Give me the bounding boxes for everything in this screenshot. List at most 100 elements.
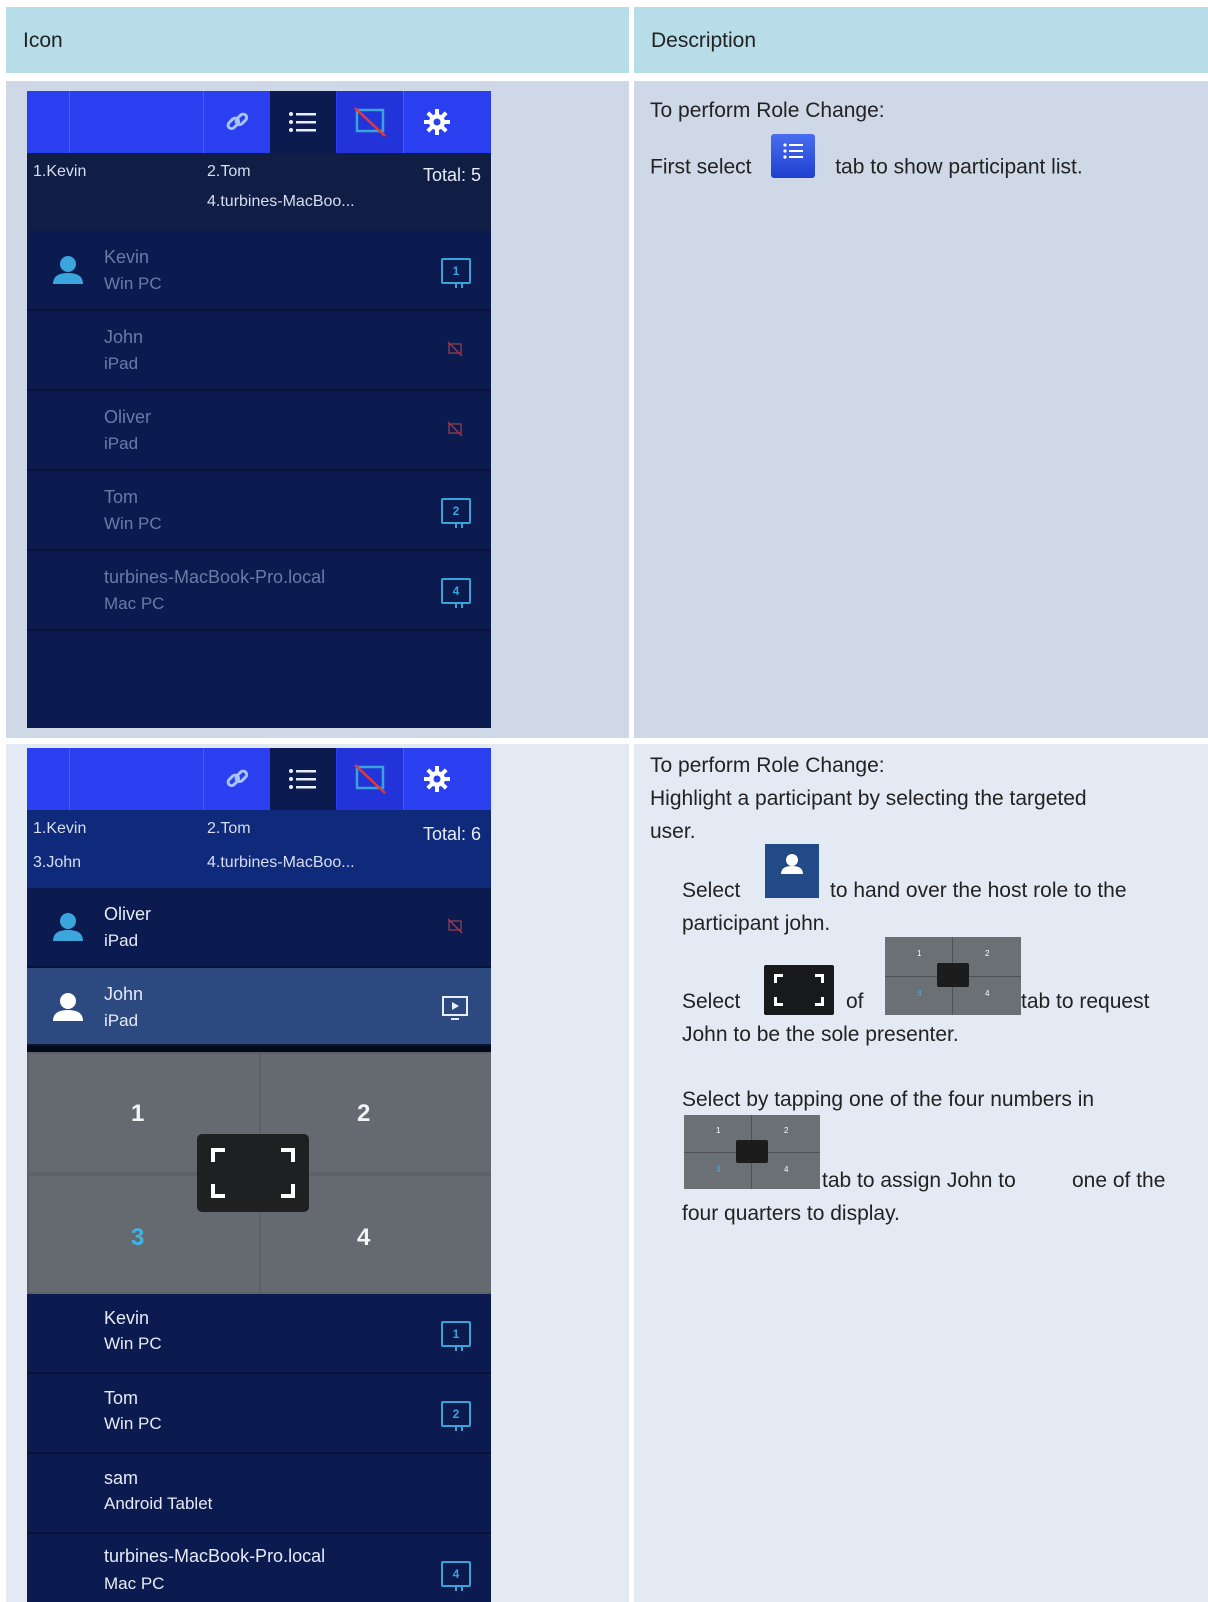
gear-icon[interactable] bbox=[404, 91, 470, 153]
total-count: Total: 6 bbox=[422, 824, 481, 844]
quadrant-3-label: 3 bbox=[131, 1224, 145, 1251]
mini-fullscreen-icon bbox=[736, 1140, 768, 1163]
participant-name: Tom bbox=[104, 487, 139, 507]
mini-quadrant-1: 1 bbox=[716, 1126, 721, 1135]
presenter-summary: 1.Kevin 2.Tom 4.turbines-MacBoo... Total… bbox=[27, 153, 491, 231]
host-avatar-icon bbox=[51, 911, 85, 948]
participant-name: Oliver bbox=[104, 407, 152, 427]
summary-slot-4: 4.turbines-MacBoo... bbox=[207, 193, 355, 210]
participant-name: Kevin bbox=[104, 1308, 150, 1328]
participant-row[interactable]: turbines-MacBook-Pro.local Mac PC 4 bbox=[27, 1534, 491, 1602]
select-sole-line2: John to be the sole presenter. bbox=[682, 1023, 959, 1046]
participant-row-selected[interactable]: John iPad bbox=[27, 968, 491, 1046]
screen-off-icon[interactable] bbox=[447, 918, 463, 939]
make-host-icon[interactable] bbox=[51, 991, 85, 1028]
fullscreen-icon[interactable] bbox=[197, 1134, 309, 1212]
participant-name: John bbox=[104, 984, 144, 1004]
mini-quadrant-4: 4 bbox=[985, 989, 990, 998]
make-host-icon bbox=[765, 844, 819, 898]
link-icon[interactable] bbox=[204, 91, 270, 153]
screen-4-icon[interactable]: 4 bbox=[441, 578, 471, 608]
summary-slot-1: 1.Kevin bbox=[33, 163, 87, 180]
participant-device: Android Tablet bbox=[104, 1494, 213, 1513]
participant-name: Tom bbox=[104, 1388, 139, 1408]
select-quadrant-rest: tab to assign John to bbox=[822, 1169, 1016, 1192]
select-sole-of: of bbox=[846, 990, 864, 1013]
screen-off-icon[interactable] bbox=[447, 421, 463, 442]
fullscreen-icon bbox=[764, 965, 834, 1015]
participant-row[interactable]: Oliver iPad bbox=[27, 888, 491, 968]
participant-device: Win PC bbox=[104, 1414, 162, 1433]
quadrant-picker: 1 2 3 4 bbox=[27, 1052, 491, 1294]
table-header-description: Description bbox=[634, 7, 1208, 73]
participant-name: John bbox=[104, 327, 144, 347]
participant-row[interactable]: Kevin Win PC 1 bbox=[27, 1294, 491, 1374]
select-sole-label: Select bbox=[682, 990, 741, 1013]
participant-device: Win PC bbox=[104, 274, 162, 293]
play-screen-icon[interactable] bbox=[441, 994, 469, 1027]
participant-name: turbines-MacBook-Pro.local bbox=[104, 1546, 326, 1566]
select-quadrant-line3: four quarters to display. bbox=[682, 1202, 900, 1225]
participant-row[interactable]: Tom Win PC 2 bbox=[27, 471, 491, 551]
row2-desc-line3: user. bbox=[650, 820, 696, 843]
participant-device: iPad bbox=[104, 1011, 139, 1030]
participant-name: Oliver bbox=[104, 904, 152, 924]
quadrant-2-label: 2 bbox=[357, 1100, 371, 1127]
presenter-summary: 1.Kevin 2.Tom 3.John 4.turbines-MacBoo..… bbox=[27, 810, 491, 888]
select-host-rest: to hand over the host role to the bbox=[830, 879, 1127, 902]
select-host-line: Select bbox=[682, 874, 740, 907]
mini-quadrant-3: 3 bbox=[917, 989, 922, 998]
summary-slot-2: 2.Tom bbox=[207, 163, 251, 180]
quadrant-picker-thumbnail: 1 2 3 4 bbox=[684, 1115, 820, 1189]
mini-quadrant-2: 2 bbox=[985, 949, 990, 958]
screen-4-icon[interactable]: 4 bbox=[441, 1561, 471, 1591]
header-description-label: Description bbox=[651, 29, 757, 52]
gear-icon[interactable] bbox=[404, 748, 470, 810]
table-header-icon: Icon bbox=[6, 7, 629, 73]
participant-name: turbines-MacBook-Pro.local bbox=[104, 567, 326, 587]
screen-1-icon[interactable]: 1 bbox=[441, 1321, 471, 1351]
screen-2-icon[interactable]: 2 bbox=[441, 1401, 471, 1431]
summary-slot-4: 4.turbines-MacBoo... bbox=[207, 854, 355, 871]
screen-off-icon[interactable] bbox=[447, 341, 463, 362]
app-toolbar bbox=[27, 748, 491, 810]
row1-desc-heading: To perform Role Change: bbox=[650, 99, 885, 122]
link-icon[interactable] bbox=[204, 748, 270, 810]
screen-off-icon[interactable] bbox=[337, 748, 403, 810]
participant-device: Mac PC bbox=[104, 1574, 165, 1593]
total-count: Total: 5 bbox=[422, 165, 481, 185]
participant-device: Mac PC bbox=[104, 594, 165, 613]
row1-desc-part-a: First select bbox=[650, 155, 752, 179]
participant-row[interactable]: Oliver iPad bbox=[27, 391, 491, 471]
participant-list-screenshot-2: 1.Kevin 2.Tom 3.John 4.turbines-MacBoo..… bbox=[27, 748, 491, 1602]
list-icon[interactable] bbox=[270, 91, 336, 153]
row2-desc-heading: To perform Role Change: bbox=[650, 754, 885, 777]
summary-slot-3: 3.John bbox=[33, 854, 82, 871]
participant-row[interactable]: Kevin Win PC 1 bbox=[27, 231, 491, 311]
participant-row[interactable]: John iPad bbox=[27, 311, 491, 391]
participant-row[interactable]: turbines-MacBook-Pro.local Mac PC 4 bbox=[27, 551, 491, 631]
summary-slot-1: 1.Kevin bbox=[33, 820, 87, 837]
mini-quadrant-1: 1 bbox=[917, 949, 922, 958]
mini-quadrant-4: 4 bbox=[784, 1165, 789, 1174]
participant-device: iPad bbox=[104, 434, 139, 453]
screen-2-icon[interactable]: 2 bbox=[441, 498, 471, 528]
row1-desc-text: First select tab to show participant lis… bbox=[650, 134, 1083, 190]
list-icon[interactable] bbox=[270, 748, 336, 810]
select-label: Select bbox=[682, 879, 741, 902]
participant-device: iPad bbox=[104, 354, 139, 373]
participant-device: iPad bbox=[104, 931, 139, 950]
mini-fullscreen-icon bbox=[937, 963, 969, 987]
screen-1-icon[interactable]: 1 bbox=[441, 258, 471, 288]
screen-off-icon[interactable] bbox=[337, 91, 403, 153]
select-quadrant-line1: Select by tapping one of the four number… bbox=[682, 1088, 1095, 1111]
participant-row[interactable]: Tom Win PC 2 bbox=[27, 1374, 491, 1454]
mini-quadrant-3: 3 bbox=[716, 1165, 721, 1174]
participant-device: Win PC bbox=[104, 1334, 162, 1353]
row1-desc-part-b: tab to show participant list. bbox=[835, 155, 1083, 179]
summary-slot-2: 2.Tom bbox=[207, 820, 251, 837]
app-toolbar bbox=[27, 91, 491, 153]
row2-desc-line2: Highlight a participant by selecting the… bbox=[650, 787, 1087, 810]
participant-list-screenshot-1: 1.Kevin 2.Tom 4.turbines-MacBoo... Total… bbox=[27, 91, 491, 728]
participant-row[interactable]: sam Android Tablet bbox=[27, 1454, 491, 1534]
